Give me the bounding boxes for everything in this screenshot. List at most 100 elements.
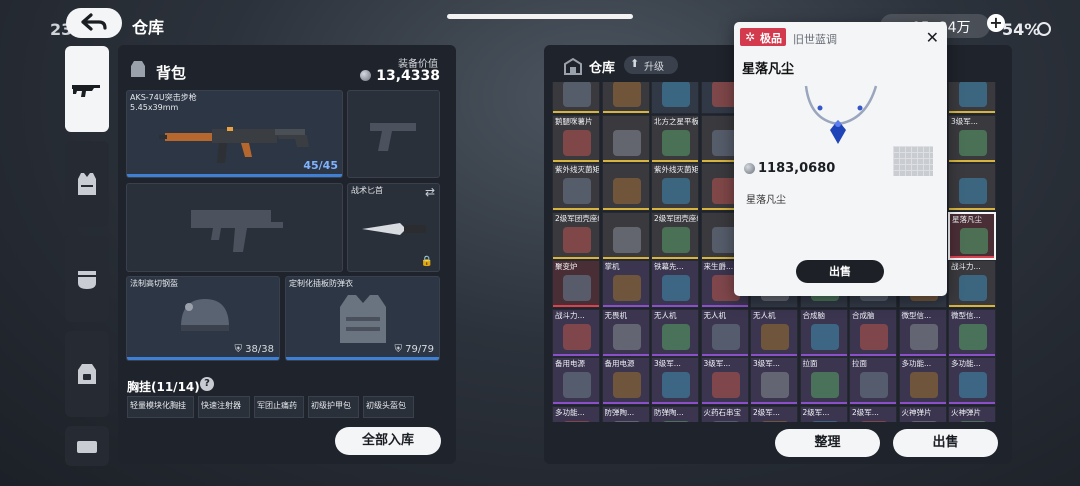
- rarity-bar: [553, 256, 599, 259]
- vest-icon: [78, 173, 96, 195]
- warehouse-item[interactable]: [601, 211, 650, 260]
- item-icon: [563, 178, 591, 204]
- swap-icon[interactable]: ⇄: [425, 185, 435, 199]
- tab-weapons[interactable]: [65, 46, 109, 132]
- tab-pouch[interactable]: [65, 236, 109, 322]
- warehouse-item[interactable]: 2级军团壳座组件: [651, 211, 699, 260]
- organize-button[interactable]: 整理: [775, 429, 880, 457]
- warehouse-item[interactable]: 2级军...: [799, 405, 848, 422]
- rarity-bar: [652, 305, 698, 307]
- warehouse-item-label: 无人机: [654, 310, 677, 320]
- rarity-bar: [602, 353, 649, 356]
- warehouse-item[interactable]: 无畏机: [601, 308, 650, 357]
- rarity-star-icon: ✲: [745, 30, 756, 44]
- rig-item[interactable]: 初级头盔包: [363, 396, 414, 418]
- warehouse-item[interactable]: [948, 163, 996, 211]
- rarity-bar: [949, 305, 995, 307]
- item-icon: [959, 275, 987, 301]
- warehouse-item[interactable]: 3级军...: [651, 357, 699, 405]
- warehouse-item[interactable]: [651, 82, 699, 114]
- rig-item[interactable]: 初级护甲包: [308, 396, 359, 418]
- tab-backpack[interactable]: [65, 331, 109, 417]
- rarity-bar: [553, 353, 599, 356]
- warehouse-item[interactable]: 备用电源: [601, 357, 650, 405]
- rarity-bar: [652, 353, 698, 356]
- warehouse-item[interactable]: 火神弹片: [948, 405, 996, 422]
- warehouse-item[interactable]: 火神弹片: [898, 405, 947, 422]
- warehouse-item[interactable]: 微型信...: [898, 308, 947, 357]
- rig-item[interactable]: 军团止痛药: [254, 396, 304, 418]
- item-icon: [612, 275, 641, 301]
- warehouse-item[interactable]: 战斗力...: [552, 308, 600, 357]
- armor-vest-icon: [340, 295, 386, 343]
- warehouse-item[interactable]: 紫外线灭菌矩阵: [552, 163, 600, 211]
- rarity-bar: [602, 256, 649, 259]
- warehouse-item-label: 无人机: [753, 310, 776, 320]
- warehouse-item[interactable]: 3级军...: [750, 357, 798, 405]
- store-all-button[interactable]: 全部入库: [335, 427, 441, 455]
- helmet-slot[interactable]: 法制高切钢盔 ⛨ 38/38: [126, 276, 280, 361]
- warehouse-item[interactable]: 北方之星平板电脑: [651, 114, 699, 163]
- knife-slot[interactable]: 战术匕首 ⇄ 🔒: [347, 183, 440, 272]
- warehouse-item[interactable]: 无人机: [651, 308, 699, 357]
- warehouse-item[interactable]: 多功能...: [898, 357, 947, 405]
- pistol-slot[interactable]: [347, 90, 440, 178]
- warehouse-item[interactable]: [948, 82, 996, 114]
- warehouse-item-label: 紫外线灭菌矩阵: [555, 165, 600, 174]
- warehouse-item[interactable]: 拉面: [799, 357, 848, 405]
- warehouse-item[interactable]: 3级军...: [700, 357, 749, 405]
- warehouse-icon: [564, 57, 582, 75]
- warehouse-item[interactable]: 多功能...: [552, 405, 600, 422]
- rig-item[interactable]: 轻量模块化胸挂: [127, 396, 194, 418]
- armor-slot[interactable]: 定制化插板防弹衣 ⛨ 79/79: [285, 276, 440, 361]
- warehouse-item[interactable]: [601, 114, 650, 163]
- item-icon: [959, 129, 987, 156]
- warehouse-item[interactable]: 聚变炉: [552, 260, 600, 308]
- sell-button[interactable]: 出售: [893, 429, 998, 457]
- primary-weapon-slot[interactable]: AKS-74U突击步枪 5.45x39mm 45/45: [126, 90, 343, 178]
- tab-extra[interactable]: [65, 426, 109, 466]
- warehouse-item-label: 北方之星平板电脑: [654, 116, 699, 126]
- warehouse-item[interactable]: [601, 82, 650, 114]
- back-button[interactable]: [66, 8, 122, 38]
- warehouse-item[interactable]: 铁幕先...: [651, 260, 699, 308]
- warehouse-item[interactable]: 3级军...: [948, 114, 996, 163]
- warehouse-item[interactable]: 无人机: [750, 308, 798, 357]
- weapon-name: AKS-74U突击步枪: [130, 93, 197, 102]
- upgrade-label: 升级: [644, 62, 664, 73]
- warehouse-item[interactable]: 合成脑: [799, 308, 848, 357]
- warehouse-item[interactable]: 紫外线灭菌矩阵: [651, 163, 699, 211]
- warehouse-item-label: 备用电源: [555, 359, 585, 368]
- warehouse-item[interactable]: 合成脑: [849, 308, 897, 357]
- warehouse-item[interactable]: 防弹陶...: [601, 405, 650, 422]
- warehouse-item[interactable]: 火药石串宝: [700, 405, 749, 422]
- warehouse-item[interactable]: 拉面: [849, 357, 897, 405]
- battery-percent: 54%: [1002, 20, 1041, 39]
- warehouse-item[interactable]: 星落凡尘: [948, 211, 996, 260]
- upgrade-button[interactable]: ⬆ 升级: [624, 56, 678, 74]
- item-icon: [860, 372, 888, 398]
- item-icon: [563, 323, 591, 350]
- warehouse-item[interactable]: 防弹陶...: [651, 405, 699, 422]
- warehouse-item[interactable]: 2级军...: [750, 405, 798, 422]
- warehouse-item[interactable]: 2级军...: [849, 405, 897, 422]
- warehouse-item[interactable]: [601, 163, 650, 211]
- rarity-bar: [602, 159, 649, 162]
- item-price-value: 1183,0680: [758, 161, 836, 176]
- rig-item[interactable]: 快速注射器: [198, 396, 250, 418]
- help-icon[interactable]: ?: [200, 377, 214, 391]
- warehouse-item[interactable]: [552, 82, 600, 114]
- tab-armor[interactable]: [65, 141, 109, 227]
- warehouse-item[interactable]: 多功能...: [948, 357, 996, 405]
- warehouse-item[interactable]: 战斗力...: [948, 260, 996, 308]
- warehouse-item[interactable]: 备用电源: [552, 357, 600, 405]
- secondary-weapon-slot[interactable]: [126, 183, 343, 272]
- item-icon: [810, 372, 839, 398]
- warehouse-item[interactable]: 2级军团壳座组件: [552, 211, 600, 260]
- warehouse-item[interactable]: 无人机: [700, 308, 749, 357]
- popup-sell-button[interactable]: 出售: [796, 260, 884, 283]
- warehouse-item[interactable]: 鹅腿咪薯片: [552, 114, 600, 163]
- close-icon[interactable]: ✕: [926, 28, 939, 47]
- warehouse-item[interactable]: 微型信...: [948, 308, 996, 357]
- warehouse-item[interactable]: 掌机: [601, 260, 650, 308]
